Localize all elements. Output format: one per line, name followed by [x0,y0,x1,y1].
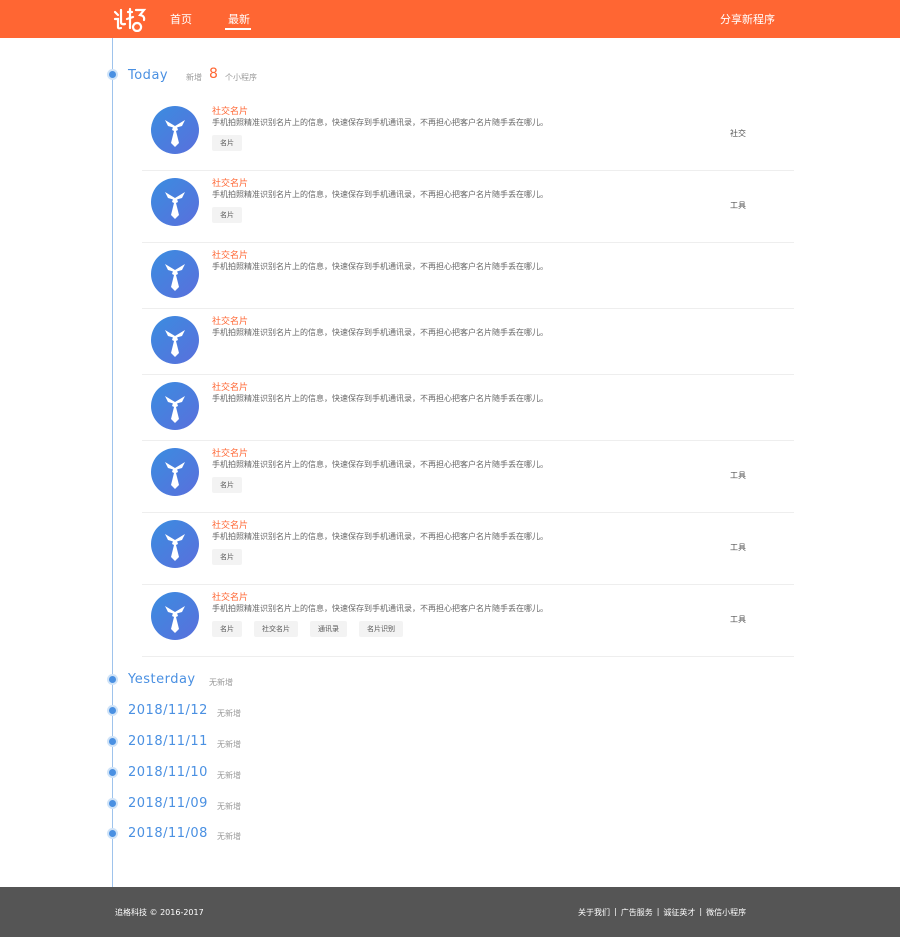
brand-logo-icon[interactable] [112,6,148,32]
tag-list: 名片 [212,549,242,565]
tag-list: 名片 社交名片 通讯录 名片识别 [212,621,403,637]
timeline-line [112,38,113,888]
day-label[interactable]: 2018/11/11 [128,734,208,749]
category-label[interactable]: 工具 [730,614,746,625]
category-label[interactable]: 工具 [730,542,746,553]
program-description: 手机拍照精准识别名片上的信息，快速保存到手机通讯录，不再担心把客户名片随手丢在哪… [212,532,548,541]
day-label[interactable]: 2018/11/10 [128,765,208,780]
day-note: 无新增 [217,771,241,780]
timeline-dot [109,707,116,714]
tag-chip[interactable]: 名片 [212,621,242,637]
tag-list: 名片 [212,135,242,151]
footer: 追格科技 © 2016-2017 关于我们 | 广告服务 | 诚征英才 | 微信… [0,887,900,937]
tag-chip[interactable]: 社交名片 [254,621,298,637]
nav-latest-link[interactable]: 最新 [228,11,250,27]
category-label[interactable]: 社交 [730,128,746,139]
tag-chip[interactable]: 名片识别 [359,621,403,637]
day-note: 无新增 [217,740,241,749]
necktie-icon[interactable] [151,592,199,640]
program-description: 手机拍照精准识别名片上的信息，快速保存到手机通讯录，不再担心把客户名片随手丢在哪… [212,328,548,337]
day-note: 无新增 [217,832,241,841]
program-title-link[interactable]: 社交名片 [212,248,248,261]
program-title-link[interactable]: 社交名片 [212,314,248,327]
necktie-icon[interactable] [151,382,199,430]
copyright-text: 追格科技 © 2016-2017 [115,908,204,917]
category-label[interactable]: 工具 [730,470,746,481]
program-description: 手机拍照精准识别名片上的信息，快速保存到手机通讯录，不再担心把客户名片随手丢在哪… [212,118,548,127]
necktie-icon[interactable] [151,520,199,568]
program-list-item[interactable]: 社交名片 手机拍照精准识别名片上的信息，快速保存到手机通讯录，不再担心把客户名片随… [142,590,794,657]
day-label-today: Today [128,68,169,83]
day-note: 无新增 [209,678,233,687]
program-title-link[interactable]: 社交名片 [212,518,248,531]
timeline-dot [109,71,116,78]
program-list-item[interactable]: 社交名片 手机拍照精准识别名片上的信息，快速保存到手机通讯录，不再担心把客户名片随… [142,176,794,243]
timeline-dot [109,830,116,837]
active-nav-indicator [225,28,251,30]
footer-links: 关于我们 | 广告服务 | 诚征英才 | 微信小程序 [578,907,746,918]
program-description: 手机拍照精准识别名片上的信息，快速保存到手机通讯录，不再担心把客户名片随手丢在哪… [212,460,548,469]
necktie-icon[interactable] [151,448,199,496]
program-list-item[interactable]: 社交名片 手机拍照精准识别名片上的信息，快速保存到手机通讯录，不再担心把客户名片随… [142,446,794,513]
program-list-item[interactable]: 社交名片 手机拍照精准识别名片上的信息，快速保存到手机通讯录，不再担心把客户名片随… [142,380,794,441]
share-new-program-button[interactable]: 分享新程序 [720,11,775,27]
program-title-link[interactable]: 社交名片 [212,590,248,603]
tag-list: 名片 [212,207,242,223]
footer-link-miniprogram[interactable]: 微信小程序 [706,907,746,918]
program-title-link[interactable]: 社交名片 [212,176,248,189]
program-list-item[interactable]: 社交名片 手机拍照精准识别名片上的信息，快速保存到手机通讯录，不再担心把客户名片随… [142,518,794,585]
program-title-link[interactable]: 社交名片 [212,104,248,117]
today-prefix: 新增 [186,73,202,82]
footer-link-ads[interactable]: 广告服务 [621,907,653,918]
day-label[interactable]: 2018/11/08 [128,826,208,841]
footer-separator: | [656,907,660,916]
tag-list: 名片 [212,477,242,493]
necktie-icon[interactable] [151,316,199,364]
category-label[interactable]: 工具 [730,200,746,211]
program-list-item[interactable]: 社交名片 手机拍照精准识别名片上的信息，快速保存到手机通讯录，不再担心把客户名片随… [142,314,794,375]
nav-home-link[interactable]: 首页 [170,11,192,27]
tag-chip[interactable]: 名片 [212,207,242,223]
footer-separator: | [614,907,617,916]
day-note: 无新增 [217,802,241,811]
footer-link-jobs[interactable]: 诚征英才 [663,907,695,918]
necktie-icon[interactable] [151,178,199,226]
tag-chip[interactable]: 名片 [212,135,242,151]
program-list-item[interactable]: 社交名片 手机拍照精准识别名片上的信息，快速保存到手机通讯录，不再担心把客户名片随… [142,248,794,309]
today-suffix: 个小程序 [225,73,257,82]
tag-chip[interactable]: 名片 [212,477,242,493]
program-description: 手机拍照精准识别名片上的信息，快速保存到手机通讯录，不再担心把客户名片随手丢在哪… [212,604,548,613]
today-count: 8 [209,66,218,82]
necktie-icon[interactable] [151,106,199,154]
program-description: 手机拍照精准识别名片上的信息，快速保存到手机通讯录，不再担心把客户名片随手丢在哪… [212,190,548,199]
day-note: 无新增 [217,709,241,718]
program-description: 手机拍照精准识别名片上的信息，快速保存到手机通讯录，不再担心把客户名片随手丢在哪… [212,394,548,403]
day-label[interactable]: Yesterday [128,672,196,687]
timeline-dot [109,738,116,745]
day-label[interactable]: 2018/11/09 [128,796,208,811]
tag-chip[interactable]: 通讯录 [310,621,347,637]
tag-chip[interactable]: 名片 [212,549,242,565]
top-nav-bar: 首页 最新 分享新程序 [0,0,900,38]
footer-separator: | [699,907,703,916]
program-list-item[interactable]: 社交名片 手机拍照精准识别名片上的信息，快速保存到手机通讯录，不再担心把客户名片随… [142,104,794,171]
day-label[interactable]: 2018/11/12 [128,703,208,718]
timeline-dot [109,800,116,807]
program-description: 手机拍照精准识别名片上的信息，快速保存到手机通讯录，不再担心把客户名片随手丢在哪… [212,262,548,271]
footer-link-about[interactable]: 关于我们 [578,907,610,918]
necktie-icon[interactable] [151,250,199,298]
program-title-link[interactable]: 社交名片 [212,380,248,393]
program-title-link[interactable]: 社交名片 [212,446,248,459]
timeline-dot [109,769,116,776]
timeline-dot [109,676,116,683]
